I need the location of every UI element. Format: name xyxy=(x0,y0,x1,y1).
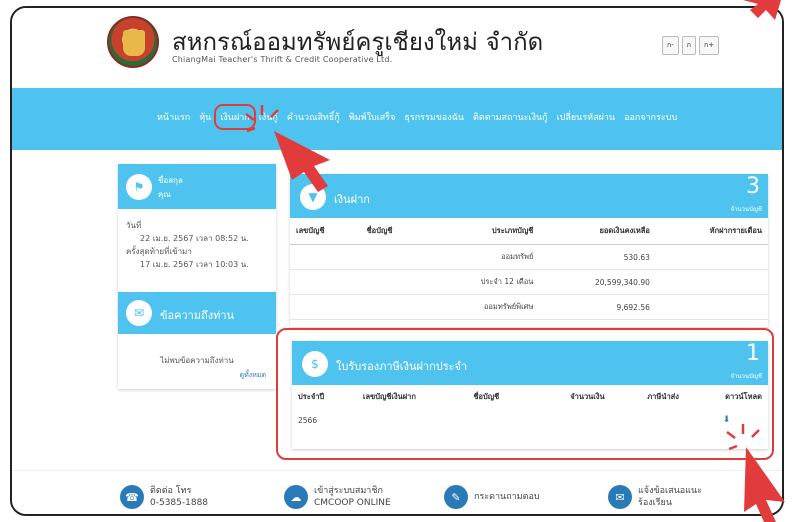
member-name-label: ชื่อสกุล xyxy=(158,176,183,185)
suggest-sub: ร้องเรียน xyxy=(638,498,672,508)
member-info-header: ⚑ ชื่อสกุล คุณ xyxy=(118,164,276,209)
cell-account-type: ออมทรัพย์พิเศษ xyxy=(426,294,540,320)
view-all-link[interactable]: ดูทั้งหมด xyxy=(240,370,266,381)
main-nav: หน้าแรก หุ้น เงินฝาก เงินกู้ คำนวณสิทธิ์… xyxy=(12,88,782,150)
nav-deposit[interactable]: เงินฝาก xyxy=(214,104,256,130)
col-monthly: หักฝากรายเดือน xyxy=(655,218,768,245)
last-login-label: ครั้งสุดท้ายที่เข้ามา xyxy=(126,247,192,256)
table-row[interactable]: ประจำ 12 เดือน 20,599,340.90 xyxy=(290,269,768,295)
footer-member-login[interactable]: ☁ เข้าสู่ระบบสมาชิก CMCOOP ONLINE xyxy=(284,485,391,509)
cell-account-no xyxy=(290,294,361,320)
highlight-certificate xyxy=(276,328,774,460)
suggest-label: แจ้งข้อเสนอแนะ xyxy=(638,486,702,496)
nav-print-receipt[interactable]: พิมพ์ใบเสร็จ xyxy=(349,110,396,124)
footer-contact[interactable]: ☎ ติดต่อ โทร 0-5385-1888 xyxy=(120,485,208,509)
cell-account-name xyxy=(360,294,427,320)
chat-icon: ✎ xyxy=(444,485,468,509)
nav-loan-calc[interactable]: คำนวณสิทธิ์กู้ xyxy=(287,110,340,124)
cell-account-name xyxy=(360,269,427,295)
font-normal-button[interactable]: ก xyxy=(681,36,697,55)
font-increase-button[interactable]: ก+ xyxy=(699,36,720,55)
nav-logout[interactable]: ออกจากระบบ xyxy=(624,110,677,124)
faq-label: กระดานถามตอบ xyxy=(474,492,540,502)
font-size-controls: ก- ก ก+ xyxy=(662,36,720,55)
cell-account-name xyxy=(360,244,427,270)
footer-suggest[interactable]: ✉ แจ้งข้อเสนอแนะร้องเรียน xyxy=(608,485,702,509)
footer-faq[interactable]: ✎ กระดานถามตอบ xyxy=(444,485,540,509)
site-footer: ☎ ติดต่อ โทร 0-5385-1888 ☁ เข้าสู่ระบบสมา… xyxy=(12,470,782,514)
current-login: 22 เม.ย. 2567 เวลา 08:52 น. xyxy=(140,234,249,243)
nav-change-password[interactable]: เปลี่ยนรหัสผ่าน xyxy=(557,110,615,124)
messages-header: ✉ ข้อความถึงท่าน xyxy=(118,292,276,334)
nav-loan[interactable]: เงินกู้ xyxy=(259,110,278,124)
cell-monthly xyxy=(655,269,768,295)
member-sub: CMCOOP ONLINE xyxy=(314,498,391,508)
contact-phone: 0-5385-1888 xyxy=(150,498,209,508)
cloud-icon: ☁ xyxy=(284,485,308,509)
phone-icon: ☎ xyxy=(120,485,144,509)
deposit-icon: ▼ xyxy=(300,184,326,210)
last-login: 17 เม.ย. 2567 เวลา 10:03 น. xyxy=(140,260,249,269)
col-account-no: เลขบัญชี xyxy=(290,218,361,245)
table-row[interactable]: ออมทรัพย์ 530.63 xyxy=(290,244,768,270)
member-sidebar: ⚑ ชื่อสกุล คุณ วันที่ 22 เม.ย. 2567 เวลา… xyxy=(118,164,276,389)
cell-monthly xyxy=(655,294,768,320)
member-label: เข้าสู่ระบบสมาชิก xyxy=(314,486,383,496)
site-subtitle: ChiangMai Teacher's Thrift & Credit Coop… xyxy=(172,55,393,64)
font-decrease-button[interactable]: ก- xyxy=(662,36,679,55)
deposit-panel: ▼ เงินฝาก 3 จำนวนบัญชี เลขบัญชี ชื่อบัญช… xyxy=(290,174,768,327)
app-frame: สหกรณ์ออมทรัพย์ครูเชียงใหม่ จำกัด Chiang… xyxy=(10,6,784,516)
col-balance: ยอดเงินคงเหลือ xyxy=(539,218,656,245)
cell-monthly xyxy=(655,244,768,270)
site-header: สหกรณ์ออมทรัพย์ครูเชียงใหม่ จำกัด Chiang… xyxy=(12,8,782,88)
bookmark-icon: ⚑ xyxy=(126,174,152,200)
nav-my-transactions[interactable]: ธุรกรรมของฉัน xyxy=(404,110,464,124)
mail-icon: ✉ xyxy=(608,485,632,509)
cell-account-no xyxy=(290,269,361,295)
deposit-header: ▼ เงินฝาก 3 จำนวนบัญชี xyxy=(290,174,768,218)
cell-balance: 9,692.56 xyxy=(539,294,656,320)
nav-shares[interactable]: หุ้น xyxy=(199,110,211,124)
messages-title: ข้อความถึงท่าน xyxy=(160,309,235,322)
deposit-count-label: จำนวนบัญชี xyxy=(730,206,762,213)
cell-account-type: ออมทรัพย์ xyxy=(426,244,540,270)
cell-balance: 20,599,340.90 xyxy=(539,269,656,295)
col-account-type: ประเภทบัญชี xyxy=(426,218,540,245)
contact-label: ติดต่อ โทร xyxy=(150,486,192,496)
member-name: คุณ xyxy=(158,190,171,199)
col-account-name: ชื่อบัญชี xyxy=(360,218,427,245)
table-row[interactable]: ออมทรัพย์พิเศษ 9,692.56 xyxy=(290,294,768,320)
cell-account-no xyxy=(290,244,361,270)
deposit-count: 3 xyxy=(746,174,760,199)
envelope-icon: ✉ xyxy=(126,300,152,326)
deposit-title: เงินฝาก xyxy=(334,193,370,206)
nav-loan-status[interactable]: ติดตามสถานะเงินกู้ xyxy=(473,110,548,124)
no-messages-text: ไม่พบข้อความถึงท่าน xyxy=(160,356,234,365)
deposit-table: เลขบัญชี ชื่อบัญชี ประเภทบัญชี ยอดเงินคง… xyxy=(290,218,768,320)
login-dates: วันที่ 22 เม.ย. 2567 เวลา 08:52 น. ครั้ง… xyxy=(118,209,276,281)
cell-balance: 530.63 xyxy=(539,244,656,270)
cell-account-type: ประจำ 12 เดือน xyxy=(426,269,540,295)
coop-logo[interactable] xyxy=(107,16,159,68)
nav-home[interactable]: หน้าแรก xyxy=(157,110,190,124)
date-label: วันที่ xyxy=(126,221,142,230)
